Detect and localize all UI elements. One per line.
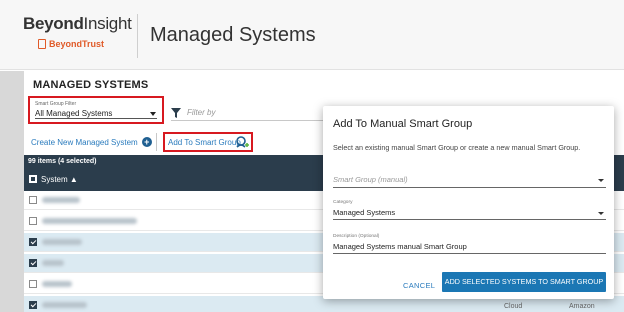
plus-circle-icon: + xyxy=(141,137,152,147)
smart-group-select[interactable]: Smart Group (manual) xyxy=(333,174,606,190)
add-to-smart-group-label: Add To Smart Group xyxy=(168,138,241,147)
cancel-button[interactable]: CANCEL xyxy=(403,281,435,290)
smart-group-filter-select[interactable]: Smart Group Filter All Managed Systems xyxy=(28,96,164,124)
description-label: Description (Optional) xyxy=(333,234,380,239)
panel-title: MANAGED SYSTEMS xyxy=(33,79,149,91)
row-cell-platform: Amazon xyxy=(569,303,595,310)
smart-group-filter-value: All Managed Systems xyxy=(35,109,113,118)
smart-group-filter-label: Smart Group Filter xyxy=(35,101,77,107)
items-count: 99 items (4 selected) xyxy=(28,158,97,165)
add-to-smart-group-dialog: Add To Manual Smart Group Select an exis… xyxy=(323,106,614,299)
caret-down-icon xyxy=(598,212,604,215)
page-title: Managed Systems xyxy=(150,24,316,46)
beyondtrust-logo: BeyondTrust xyxy=(38,39,104,49)
create-managed-system-button[interactable]: Create New Managed System + xyxy=(31,137,152,147)
row-checkbox[interactable] xyxy=(29,259,37,267)
filter-funnel-icon[interactable] xyxy=(171,108,181,118)
description-value: Managed Systems manual Smart Group xyxy=(333,242,467,251)
caret-down-icon xyxy=(598,179,604,182)
smart-group-placeholder: Smart Group (manual) xyxy=(333,175,408,184)
add-selected-systems-button[interactable]: ADD SELECTED SYSTEMS TO SMART GROUP xyxy=(442,272,606,292)
system-name-redacted xyxy=(42,218,137,224)
description-field[interactable]: Description (Optional) Managed Systems m… xyxy=(333,234,606,256)
add-smart-group-icon xyxy=(236,136,249,148)
add-to-smart-group-button[interactable]: Add To Smart Group xyxy=(163,132,253,152)
select-all-checkbox[interactable] xyxy=(29,175,37,183)
beyondinsight-logo: BeyondInsight BeyondTrust xyxy=(23,14,132,49)
row-cell-category: Cloud xyxy=(504,303,523,310)
system-name-redacted xyxy=(42,302,87,308)
row-checkbox[interactable] xyxy=(29,280,37,288)
row-checkbox[interactable] xyxy=(29,217,37,225)
app-header: BeyondInsight BeyondTrust Managed System… xyxy=(0,0,624,70)
filter-by-input[interactable]: Filter by xyxy=(187,108,215,117)
system-name-redacted xyxy=(42,260,64,266)
row-checkbox[interactable] xyxy=(29,196,37,204)
dialog-title: Add To Manual Smart Group xyxy=(333,118,473,130)
category-value: Managed Systems xyxy=(333,208,396,217)
header-divider xyxy=(137,14,138,58)
system-name-redacted xyxy=(42,281,72,287)
system-name-redacted xyxy=(42,239,82,245)
row-checkbox[interactable] xyxy=(29,301,37,309)
row-checkbox[interactable] xyxy=(29,238,37,246)
system-name-redacted xyxy=(42,197,80,203)
create-managed-system-label: Create New Managed System xyxy=(31,137,138,147)
category-label: Category xyxy=(333,200,353,205)
dialog-description: Select an existing manual Smart Group or… xyxy=(333,143,581,152)
system-column-header[interactable]: System ▲ xyxy=(41,175,78,184)
caret-down-icon xyxy=(150,112,156,116)
beyondtrust-mark-icon xyxy=(38,39,46,49)
category-select[interactable]: Category Managed Systems xyxy=(333,200,606,222)
